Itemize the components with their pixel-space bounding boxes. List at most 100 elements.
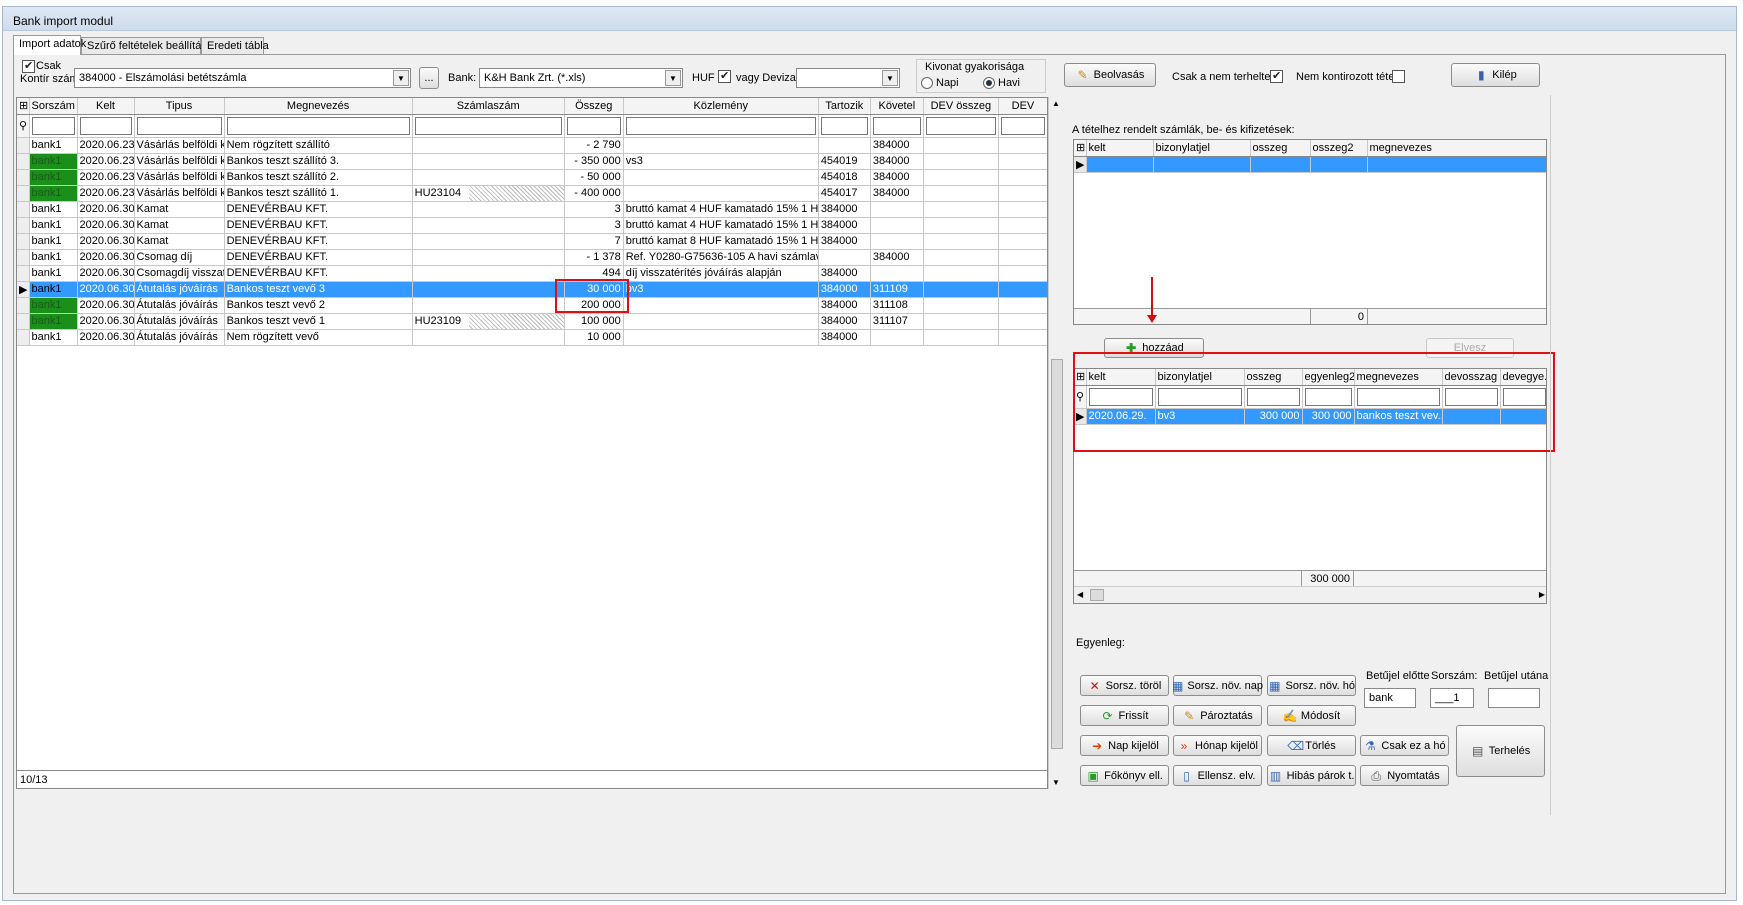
sorsz-torol-label: Sorsz. töröl: [1105, 679, 1162, 692]
scroll-left-icon[interactable]: ◀: [1077, 590, 1083, 599]
fokonyv-button[interactable]: ▣ Főkönyv ell.: [1080, 765, 1169, 786]
huf-checkbox[interactable]: [718, 69, 731, 83]
sorsz-nov-nap-button[interactable]: ▦ Sorsz. növ. nap: [1172, 675, 1263, 696]
filter-dev-osszeg[interactable]: [923, 114, 999, 138]
hibas-parok-button[interactable]: ▥ Hibás párok t.: [1267, 765, 1356, 786]
torles-button[interactable]: ⌫ Törlés: [1267, 735, 1356, 756]
tab-eredeti-tabla[interactable]: Eredeti tábla: [201, 37, 269, 54]
honap-kijelol-button[interactable]: » Hónap kijelöl: [1173, 735, 1262, 756]
table-row[interactable]: bank1 2020.06.30. Kamat DENEVÉRBAU KFT. 3 bru…: [17, 201, 1047, 218]
col-megnevezes[interactable]: megnevezes: [1367, 140, 1546, 157]
sorsz-nov-ho-button[interactable]: ▦ Sorsz. növ. hó: [1267, 675, 1356, 696]
modosit-button[interactable]: ✍ Módosít: [1267, 705, 1356, 726]
col-osszeg[interactable]: Összeg: [564, 98, 624, 115]
chevron-down-icon[interactable]: ▼: [393, 70, 409, 86]
csak-ez-a-ho-button[interactable]: ⚗ Csak ez a hó: [1360, 735, 1449, 756]
col-osszeg2[interactable]: osszeg2: [1310, 140, 1368, 157]
tab-import-adatok[interactable]: Import adatok: [13, 35, 86, 55]
filter-tipus[interactable]: [134, 114, 225, 138]
filter-kozlemeny[interactable]: [623, 114, 819, 138]
column-chooser-icon[interactable]: ⊞: [17, 98, 30, 115]
sorsz-nov-nap-label: Sorsz. növ. nap: [1187, 679, 1263, 692]
table-row[interactable]: ▶ bank1 2020.06.30. Átutalás jóváírás Bankos…: [17, 281, 1047, 298]
scroll-thumb[interactable]: [1051, 359, 1063, 749]
col-sorszam[interactable]: Sorszám: [29, 98, 78, 115]
scroll-right-icon[interactable]: ▶: [1539, 590, 1545, 599]
fokonyv-label: Főkönyv ell.: [1104, 769, 1163, 782]
beolvasas-button[interactable]: ✎ Beolvasás: [1064, 63, 1156, 87]
column-chooser-icon[interactable]: ⊞: [1074, 140, 1087, 157]
col-megnevezes[interactable]: Megnevezés: [224, 98, 413, 115]
wand-icon: ✎: [1184, 708, 1195, 723]
main-vertical-scrollbar[interactable]: ▲ ▼: [1048, 97, 1065, 789]
col-szamlaszam[interactable]: Számlaszám: [412, 98, 565, 115]
napi-radio[interactable]: [921, 77, 933, 89]
betujel-elotte-input[interactable]: bank: [1364, 688, 1416, 708]
col-tipus[interactable]: Tipus: [134, 98, 225, 115]
deviza-combo[interactable]: ▼: [796, 68, 900, 88]
filter-megnevezes[interactable]: [224, 114, 413, 138]
table-row[interactable]: bank1 2020.06.30. Átutalás jóváírás Bankos …: [17, 313, 1047, 330]
cell-dev: [998, 169, 1047, 186]
kilep-button[interactable]: ▮ Kilép: [1451, 63, 1540, 87]
scroll-up-icon[interactable]: ▲: [1052, 99, 1060, 108]
col-dev[interactable]: DEV: [998, 98, 1047, 115]
table-row[interactable]: bank12020.06.23.Vásárlás belföldi kereBa…: [17, 185, 1047, 202]
cell-kelt: 2020.06.30.: [77, 281, 135, 298]
col-osszeg[interactable]: osszeg: [1250, 140, 1311, 157]
havi-radio[interactable]: [983, 77, 995, 89]
terheles-button[interactable]: ▤ Terhelés: [1456, 725, 1545, 777]
nap-kijelol-button[interactable]: ➔ Nap kijelöl: [1080, 735, 1169, 756]
col-bizonylatjel[interactable]: bizonylatjel: [1153, 140, 1251, 157]
kontir-browse-button[interactable]: ...: [419, 67, 439, 89]
invoice-horizontal-scrollbar[interactable]: ◀ ▶: [1074, 586, 1546, 603]
col-kovetel[interactable]: Követel: [870, 98, 924, 115]
betujel-utana-input[interactable]: [1488, 688, 1540, 708]
filter-szamlaszam[interactable]: [412, 114, 565, 138]
table-row[interactable]: bank1 2020.06.30. Kamat DENEVÉRBAU KFT. 3 bru…: [17, 217, 1047, 234]
parozatas-button[interactable]: ✎ Pároztatás: [1173, 705, 1262, 726]
table-row[interactable]: bank12020.06.23.Vásárlás belföldi kereBa…: [17, 169, 1047, 186]
nem-kontirozott-checkbox[interactable]: [1392, 70, 1405, 83]
filter-sorszam[interactable]: [29, 114, 78, 138]
bank-combo[interactable]: K&H Bank Zrt. (*.xls) ▼: [479, 68, 683, 88]
frissit-button[interactable]: ⟳ Frissít: [1080, 705, 1169, 726]
table-row[interactable]: bank1 2020.06.30. Átutalás jóváírás Nem rög…: [17, 329, 1047, 346]
table-row[interactable]: bank12020.06.23.Vásárlás belföldi kereNe…: [17, 137, 1047, 154]
sorsz-torol-button[interactable]: ✕ Sorsz. töröl: [1080, 675, 1169, 696]
table-row[interactable]: bank1 2020.06.30. Átutalás jóváírás Bankos …: [17, 297, 1047, 314]
table-row[interactable]: bank1 2020.06.30. Csomag díj DENEVÉRBAU KFT…: [17, 249, 1047, 266]
filter-dev[interactable]: [998, 114, 1047, 138]
table-row[interactable]: ▶: [1074, 156, 1546, 173]
chevron-down-icon[interactable]: ▼: [665, 70, 681, 86]
chevron-down-icon[interactable]: ▼: [882, 70, 898, 86]
filter-kelt[interactable]: [77, 114, 135, 138]
table-row[interactable]: bank12020.06.23.Vásárlás belföldi kereBa…: [17, 153, 1047, 170]
col-kelt[interactable]: Kelt: [77, 98, 135, 115]
csak-nem-terheltek-checkbox[interactable]: [1270, 69, 1283, 83]
filter-tartozik[interactable]: [818, 114, 871, 138]
sum-osszeg: 300 000: [1302, 571, 1354, 587]
col-tartozik[interactable]: Tartozik: [818, 98, 871, 115]
filter-osszeg[interactable]: [564, 114, 624, 138]
sorszam-input[interactable]: ___1: [1430, 688, 1474, 708]
csak-checkbox[interactable]: [22, 59, 35, 73]
col-dev-osszeg[interactable]: DEV összeg: [923, 98, 999, 115]
kilep-label: Kilép: [1492, 69, 1517, 81]
col-kelt[interactable]: kelt: [1086, 140, 1154, 157]
kontir-combo[interactable]: 384000 - Elszámolási betétszámla ▼: [74, 68, 411, 88]
scroll-thumb[interactable]: [1090, 589, 1104, 601]
scroll-down-icon[interactable]: ▼: [1052, 778, 1060, 787]
cell-dev-osszeg: [923, 153, 999, 170]
tab-szuro-feltetelek[interactable]: Szűrő feltételek beállítása: [81, 37, 213, 54]
huf-label: HUF: [692, 72, 715, 84]
ellensz-button[interactable]: ▯ Ellensz. elv.: [1173, 765, 1262, 786]
cell-szamlaszam: [412, 169, 565, 186]
col-kozlemeny[interactable]: Közlemény: [623, 98, 819, 115]
filter-kovetel[interactable]: [870, 114, 924, 138]
table-row[interactable]: bank12020.06.30.Csomagdíj visszatérílDEN…: [17, 265, 1047, 282]
cell-tipus: Átutalás jóváírás: [134, 281, 225, 298]
table-row[interactable]: bank1 2020.06.30. Kamat DENEVÉRBAU KFT. 7 bru…: [17, 233, 1047, 250]
nyomtatas-button[interactable]: ⎙ Nyomtatás: [1360, 765, 1449, 786]
napi-label: Napi: [936, 77, 959, 89]
